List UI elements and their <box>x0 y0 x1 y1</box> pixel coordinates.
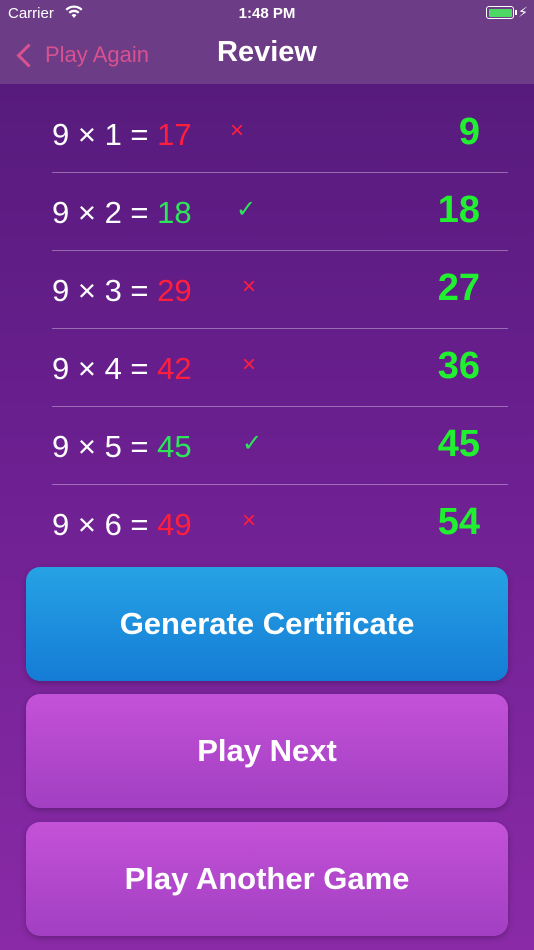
check-mark-icon: ✓ <box>236 196 257 223</box>
equation: 9 × 2 = 18 <box>52 195 192 231</box>
user-answer: 29 <box>157 273 192 308</box>
question-text: 9 × 5 = <box>52 429 158 464</box>
wrong-mark-icon: × <box>242 351 257 378</box>
correct-answer: 36 <box>437 345 480 387</box>
review-row: 9 × 1 = 17 × 9 <box>52 95 508 173</box>
page-title: Review <box>217 36 317 68</box>
navigation-bar: Play Again Review <box>0 28 534 84</box>
user-answer: 17 <box>157 117 192 152</box>
equation: 9 × 3 = 29 <box>52 273 192 309</box>
wrong-mark-icon: × <box>230 117 245 144</box>
question-text: 9 × 2 = <box>52 195 158 230</box>
play-another-game-button[interactable]: Play Another Game <box>26 822 508 936</box>
check-mark-icon: ✓ <box>242 430 263 457</box>
review-row: 9 × 5 = 45 ✓ 45 <box>52 407 508 485</box>
question-text: 9 × 6 = <box>52 507 158 542</box>
review-row: 9 × 3 = 29 × 27 <box>52 251 508 329</box>
equation: 9 × 5 = 45 <box>52 429 192 465</box>
equation: 9 × 6 = 49 <box>52 507 192 543</box>
wrong-mark-icon: × <box>242 507 257 534</box>
status-bar: Carrier 1:48 PM ⚡ <box>0 0 534 28</box>
correct-answer: 45 <box>437 423 480 465</box>
generate-certificate-button[interactable]: Generate Certificate <box>26 567 508 681</box>
correct-answer: 9 <box>458 111 480 153</box>
question-text: 9 × 1 = <box>52 117 158 152</box>
correct-answer: 18 <box>437 189 480 231</box>
review-list: 9 × 1 = 17 × 9 9 × 2 = 18 ✓ 18 9 × 3 = 2… <box>0 95 534 562</box>
wrong-mark-icon: × <box>242 273 257 300</box>
battery-icon <box>486 6 514 19</box>
user-answer: 49 <box>157 507 192 542</box>
status-time: 1:48 PM <box>238 5 296 22</box>
play-next-button[interactable]: Play Next <box>26 694 508 808</box>
correct-answer: 54 <box>437 501 480 543</box>
review-row: 9 × 2 = 18 ✓ 18 <box>52 173 508 251</box>
question-text: 9 × 4 = <box>52 351 158 386</box>
review-row: 9 × 4 = 42 × 36 <box>52 329 508 407</box>
user-answer: 42 <box>157 351 192 386</box>
equation: 9 × 1 = 17 <box>52 117 192 153</box>
equation: 9 × 4 = 42 <box>52 351 192 387</box>
user-answer: 45 <box>157 429 192 464</box>
battery-tip <box>515 10 517 15</box>
question-text: 9 × 3 = <box>52 273 158 308</box>
correct-answer: 27 <box>437 267 480 309</box>
user-answer: 18 <box>157 195 192 230</box>
review-row: 9 × 6 = 49 × 54 <box>52 485 508 562</box>
charging-bolt-icon: ⚡ <box>518 4 528 20</box>
